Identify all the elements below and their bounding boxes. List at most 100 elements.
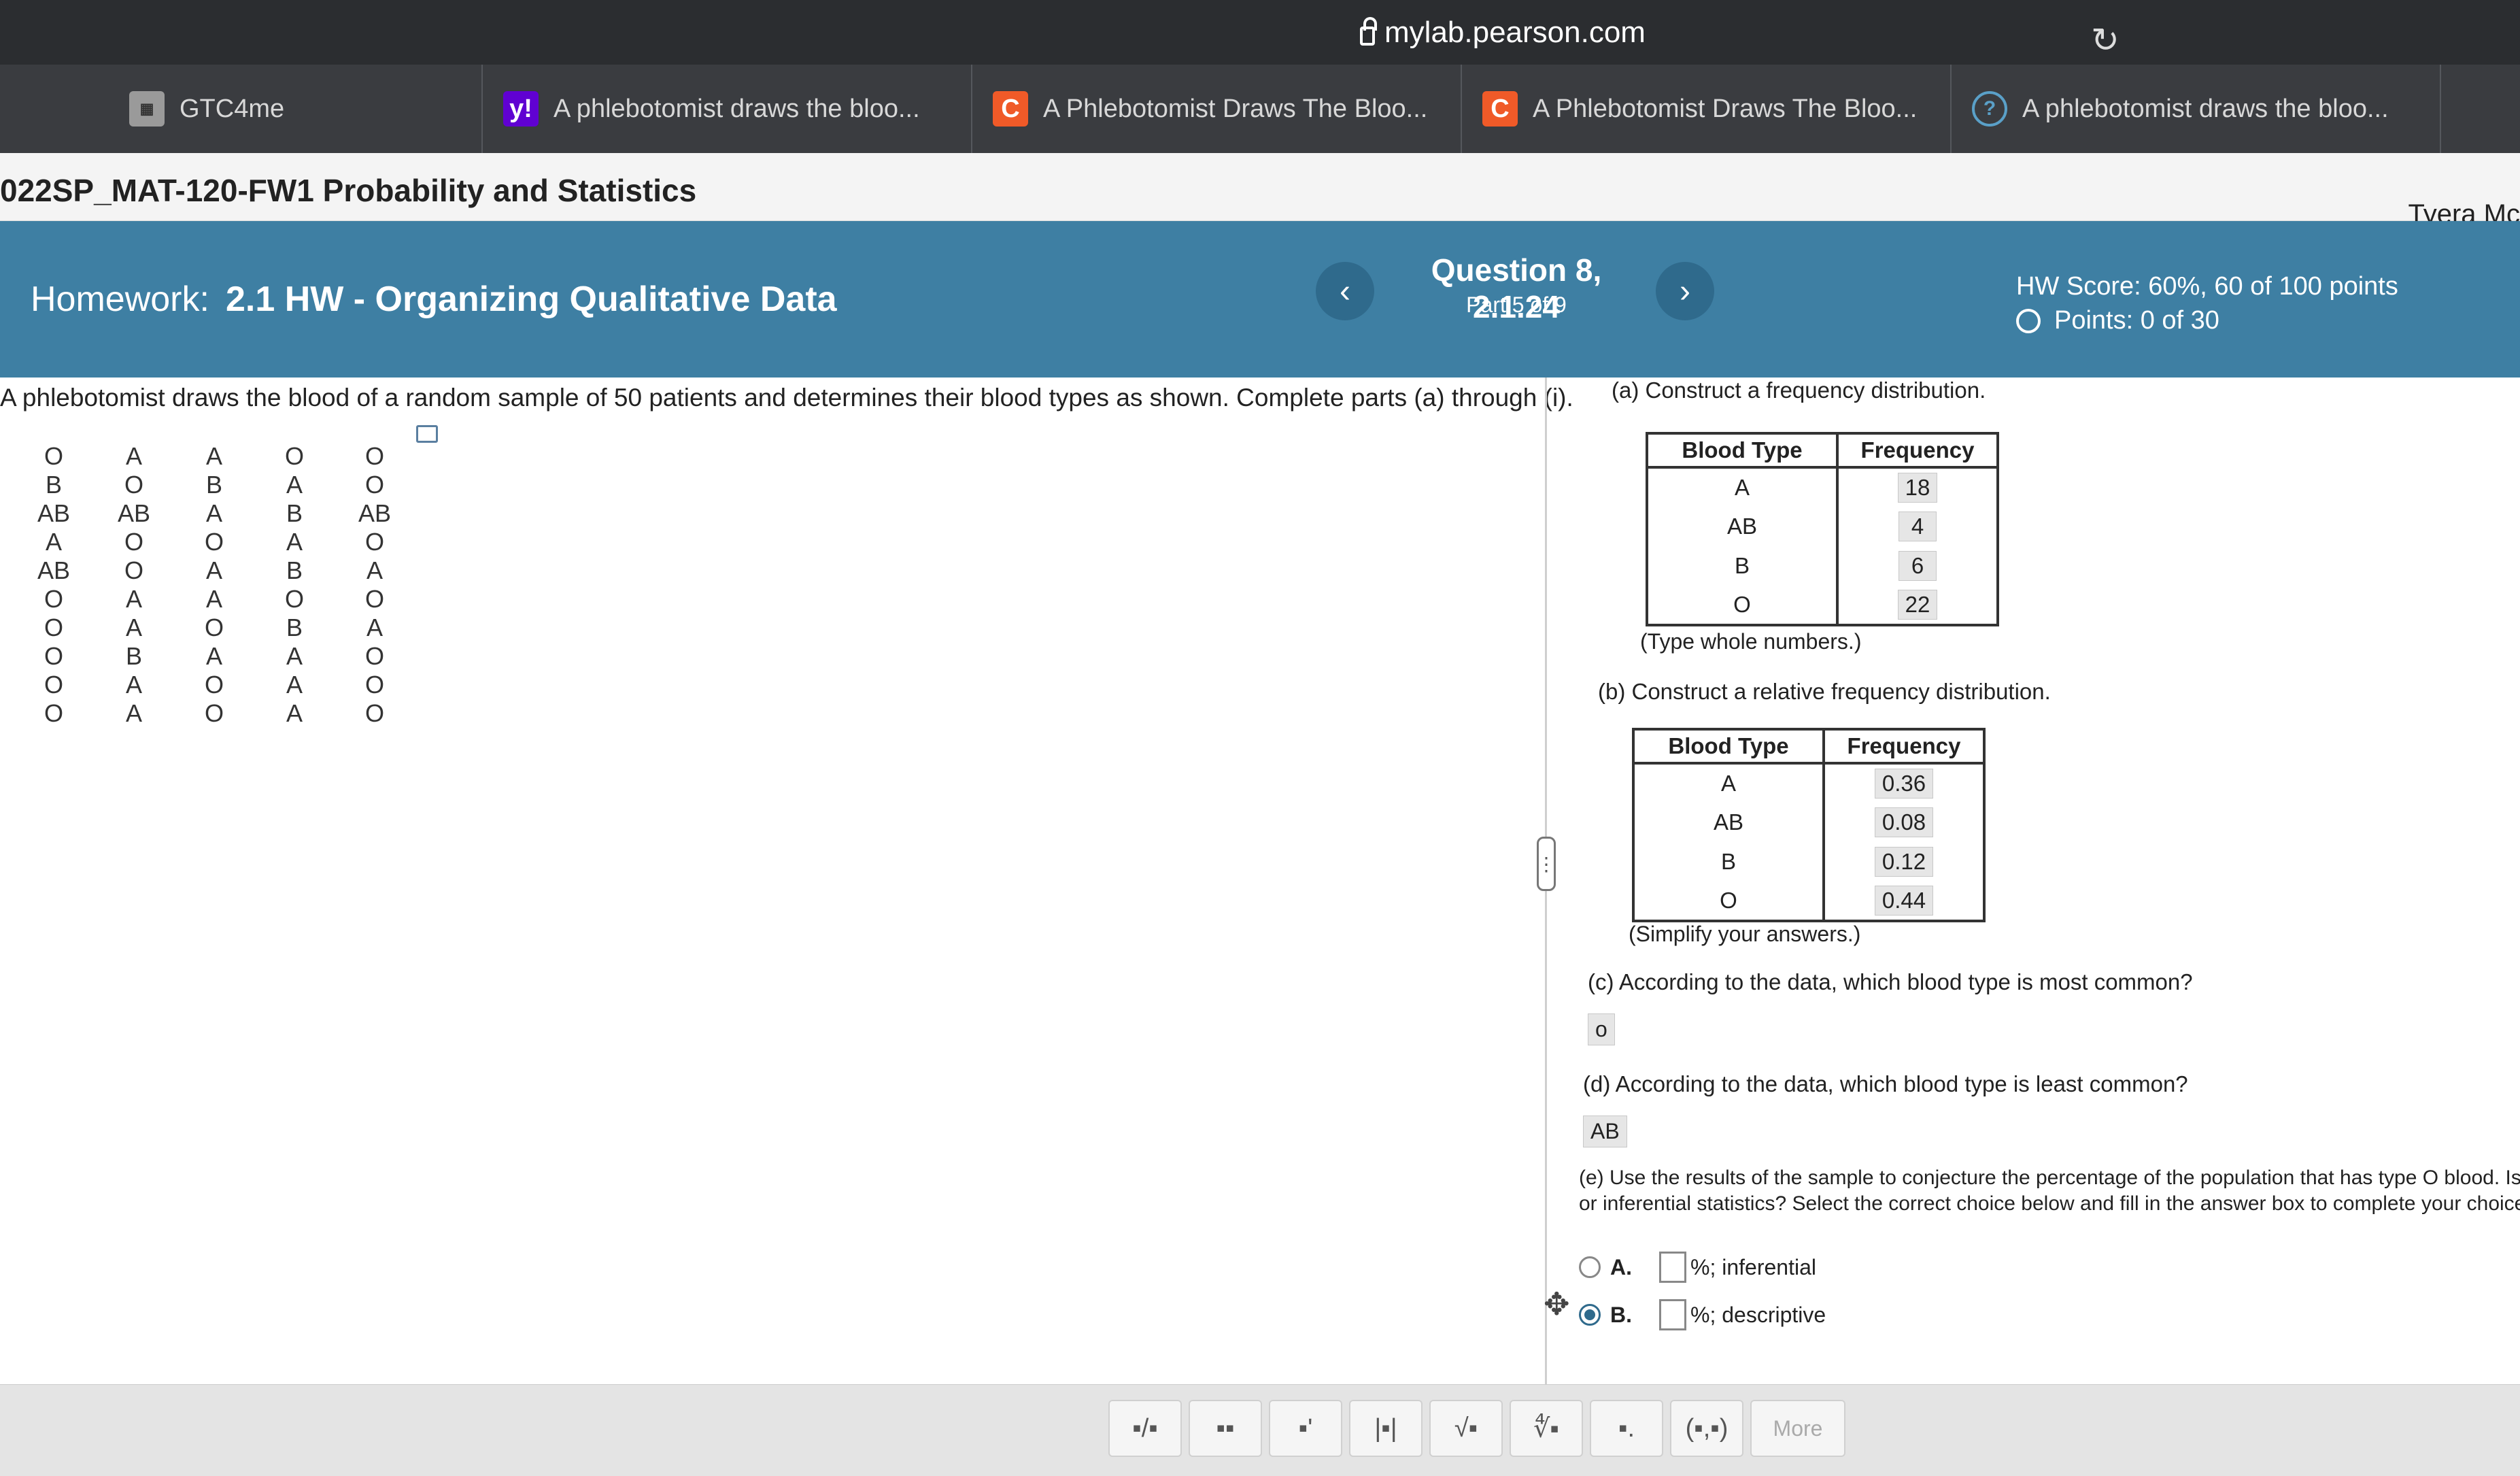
tab-chegg-2[interactable]: C A Phlebotomist Draws The Bloo...: [1462, 65, 1952, 153]
reload-icon[interactable]: ↻: [2091, 20, 2119, 60]
frequency-answer[interactable]: 0.44: [1874, 886, 1934, 916]
tab-label: A phlebotomist draws the bloo...: [554, 94, 920, 123]
data-cell: A: [205, 499, 222, 527]
homework-label: Homework:: [31, 280, 209, 319]
data-cell: A: [205, 556, 222, 584]
table-row: A 18: [1646, 467, 1999, 507]
data-cell: O: [124, 556, 143, 584]
chegg-icon: C: [993, 91, 1028, 127]
math-template-button[interactable]: ▪.: [1590, 1400, 1663, 1457]
data-cell: A: [125, 671, 142, 699]
math-template-button[interactable]: √▪: [1429, 1400, 1503, 1457]
choice-a-letter: A.: [1610, 1254, 1632, 1279]
radio-b[interactable]: [1579, 1304, 1601, 1326]
tab-gtc4me[interactable]: ▦ GTC4me: [0, 65, 483, 153]
frequency-cell: 4: [1836, 507, 1999, 546]
math-template-button[interactable]: (▪,▪): [1670, 1400, 1743, 1457]
previous-question-button[interactable]: ‹: [1316, 262, 1374, 320]
frequency-answer[interactable]: 18: [1897, 473, 1938, 503]
column-header: Blood Type: [1646, 432, 1839, 469]
math-template-button[interactable]: ▪▪: [1189, 1400, 1262, 1457]
data-cell: O: [44, 585, 63, 613]
blood-type-cell: O: [1646, 586, 1839, 626]
choice-a-input[interactable]: [1659, 1252, 1686, 1283]
tab-yahoo[interactable]: y! A phlebotomist draws the bloo...: [483, 65, 972, 153]
data-cell: A: [205, 585, 222, 613]
frequency-cell: 18: [1836, 467, 1999, 507]
answer-panel: (a) Construct a frequency distribution. …: [1564, 378, 2520, 1384]
part-b-note: (Simplify your answers.): [1629, 922, 1861, 946]
math-palette: ▪/▪ ▪▪ ▪' |▪| √▪ ∜▪ ▪. (▪,▪) More: [1108, 1400, 1852, 1457]
data-cell: A: [125, 442, 142, 470]
problem-statement: A phlebotomist draws the blood of a rand…: [0, 384, 1573, 412]
table-row: A 0.36: [1632, 763, 1986, 803]
choice-b-letter: B.: [1610, 1302, 1632, 1327]
tab-label: A Phlebotomist Draws The Bloo...: [1043, 94, 1428, 123]
math-template-button[interactable]: ▪': [1269, 1400, 1342, 1457]
gtc-icon: ▦: [129, 91, 165, 127]
tab-question[interactable]: ? A phlebotomist draws the bloo...: [1952, 65, 2441, 153]
tab-label: A Phlebotomist Draws The Bloo...: [1533, 94, 1918, 123]
table-row: B6: [1646, 546, 1999, 586]
course-title[interactable]: 022SP_MAT-120-FW1 Probability and Statis…: [0, 172, 696, 209]
column-header: Frequency: [1836, 432, 1999, 469]
points-status: Points: 0 of 30: [2016, 306, 2219, 335]
math-template-button[interactable]: ∜▪: [1510, 1400, 1583, 1457]
data-cell: A: [125, 614, 142, 641]
data-cell: A: [366, 556, 383, 584]
data-cell: A: [45, 528, 62, 556]
data-cell: B: [286, 556, 303, 584]
choice-b-input[interactable]: [1659, 1299, 1686, 1330]
table-row: O 0.44: [1632, 882, 1986, 922]
choice-b-text: %; descriptive: [1690, 1302, 1826, 1327]
address-bar[interactable]: mylab.pearson.com: [918, 0, 2088, 65]
yahoo-icon: y!: [503, 91, 539, 127]
data-cell: O: [364, 671, 384, 699]
frequency-answer[interactable]: 0.08: [1874, 807, 1934, 837]
data-cell: A: [286, 642, 303, 670]
radio-a[interactable]: [1579, 1256, 1601, 1278]
data-cell: O: [124, 528, 143, 556]
frequency-table: Blood Type Frequency A 18 AB 4 B 6 O 22: [1646, 432, 1999, 626]
choice-a[interactable]: A. %; inferential: [1579, 1252, 1816, 1283]
part-c-answer[interactable]: o: [1588, 1013, 1615, 1045]
data-cell: AB: [117, 499, 151, 527]
data-cell: O: [364, 471, 384, 499]
frequency-answer[interactable]: 0.12: [1874, 847, 1934, 877]
data-cell: O: [44, 699, 63, 727]
tab-chegg-1[interactable]: C A Phlebotomist Draws The Bloo...: [972, 65, 1462, 153]
blood-type-cell: A: [1632, 763, 1825, 803]
homework-name: 2.1 HW - Organizing Qualitative Data: [225, 280, 837, 319]
data-cell: O: [44, 442, 63, 470]
blood-type-cell: B: [1632, 842, 1825, 882]
frequency-answer[interactable]: 0.36: [1874, 769, 1934, 799]
move-icon[interactable]: ✥: [1544, 1286, 1570, 1322]
more-button[interactable]: More: [1750, 1400, 1845, 1457]
choice-b[interactable]: B. %; descriptive: [1579, 1299, 1826, 1330]
question-content: A phlebotomist draws the blood of a rand…: [0, 378, 2520, 1384]
table-row: O 22: [1646, 586, 1999, 626]
frequency-answer[interactable]: 4: [1898, 511, 1937, 541]
next-question-button[interactable]: ›: [1656, 262, 1714, 320]
lock-icon: [1360, 16, 1378, 46]
table-row: AB 4: [1646, 507, 1999, 546]
math-template-button[interactable]: ▪/▪: [1108, 1400, 1182, 1457]
math-template-button[interactable]: |▪|: [1349, 1400, 1423, 1457]
data-cell: O: [124, 471, 143, 499]
resize-handle[interactable]: ⋮: [1537, 837, 1556, 891]
frequency-cell: 0.12: [1822, 842, 1986, 882]
data-cell: A: [125, 585, 142, 613]
homework-title: Homework: 2.1 HW - Organizing Qualitativ…: [31, 221, 837, 378]
data-cell: O: [204, 614, 224, 641]
data-cell: O: [284, 585, 304, 613]
copy-data-icon[interactable]: [416, 425, 438, 443]
data-cell: B: [205, 471, 222, 499]
part-d-answer[interactable]: AB: [1583, 1116, 1627, 1147]
data-cell: O: [364, 585, 384, 613]
data-cell: A: [366, 614, 383, 641]
data-cell: AB: [37, 556, 71, 584]
frequency-answer[interactable]: 22: [1897, 590, 1938, 620]
frequency-answer[interactable]: 6: [1898, 551, 1937, 581]
relative-frequency-table: Blood Type Frequency A 0.36 AB 0.08 B 0.12 O 0.…: [1632, 728, 1986, 922]
data-cell: B: [286, 614, 303, 641]
